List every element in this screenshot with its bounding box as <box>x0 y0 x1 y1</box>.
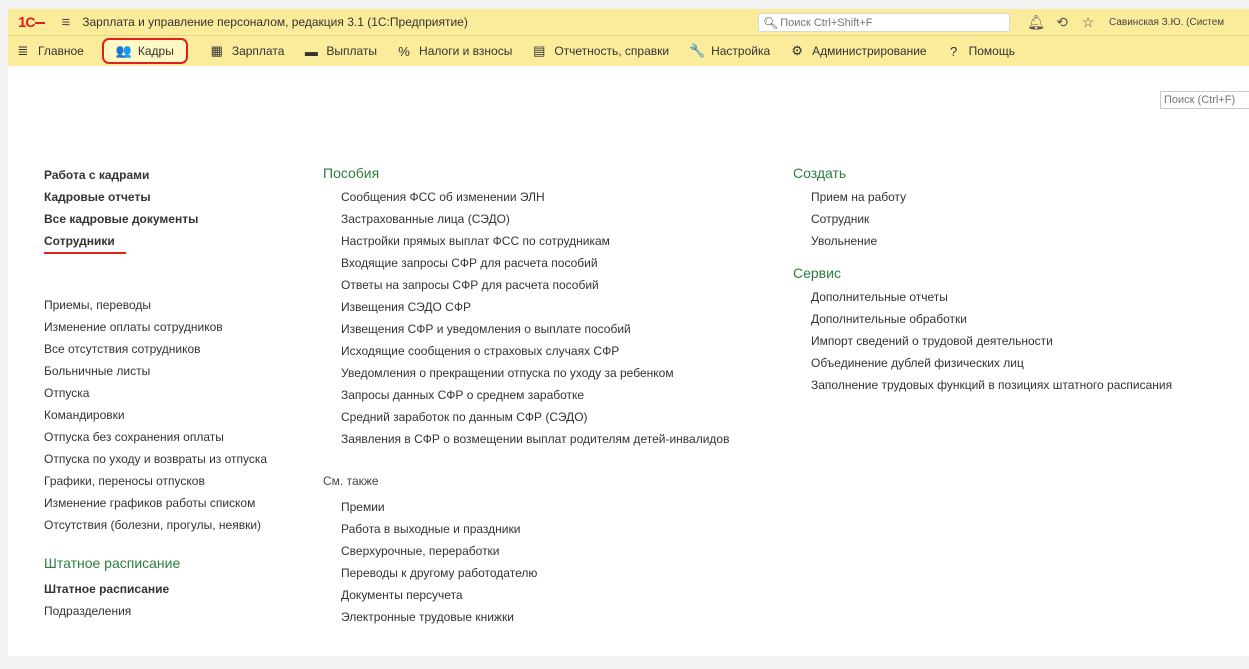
menu-icon-3: ▬ <box>304 43 318 59</box>
menu-item-8[interactable]: ? Помощь <box>939 38 1023 64</box>
hr-main-link[interactable]: Работа с кадрами <box>44 164 267 186</box>
menu-icon-5: ▤ <box>533 43 546 58</box>
menu-icon-6: 🔧 <box>689 43 706 58</box>
menu-label: Помощь <box>968 44 1015 58</box>
benefit-link[interactable]: Входящие запросы СФР для расчета пособий <box>341 252 729 274</box>
staff-link[interactable]: Подразделения <box>44 600 267 622</box>
benefit-link[interactable]: Ответы на запросы СФР для расчета пособи… <box>341 274 729 296</box>
menu-label: Отчетность, справки <box>554 44 670 58</box>
menu-item-0[interactable]: ≣ Главное <box>8 38 92 64</box>
create-link[interactable]: Сотрудник <box>811 208 1172 230</box>
menu-icon-2: ▦ <box>210 43 223 58</box>
benefit-link[interactable]: Исходящие сообщения о страховых случаях … <box>341 340 729 362</box>
hr-link[interactable]: Изменение оплаты сотрудников <box>44 316 267 338</box>
service-link[interactable]: Заполнение трудовых функций в позициях ш… <box>811 374 1172 396</box>
benefit-link[interactable]: Извещения СЭДО СФР <box>341 296 729 318</box>
hr-link[interactable]: Командировки <box>44 404 267 426</box>
hr-link[interactable]: Отпуска без сохранения оплаты <box>44 426 267 448</box>
hr-link[interactable]: Графики, переносы отпусков <box>44 470 267 492</box>
create-link[interactable]: Прием на работу <box>811 186 1172 208</box>
create-heading: Создать <box>793 165 847 181</box>
active-underline <box>44 252 126 254</box>
sections-menu: ≣ Главное 👥 Кадры ▦ Зарплата ▬ Выплаты% Налоги и… <box>8 36 1249 66</box>
see-also-heading: См. также <box>323 474 379 488</box>
see-also-link[interactable]: Переводы к другому работодателю <box>341 562 729 584</box>
app-window: 1С ≡ Зарплата и управление персоналом, р… <box>8 9 1249 656</box>
benefit-link[interactable]: Заявления в СФР о возмещении выплат роди… <box>341 428 729 450</box>
menu-label: Администрирование <box>812 44 927 58</box>
history-icon[interactable]: ⟲ <box>1049 14 1075 31</box>
search-icon: 🔍︎ <box>763 15 779 30</box>
bell-icon[interactable]: 🔔︎ <box>1023 14 1049 31</box>
titlebar-tools: 🔔︎ ⟲ ☆ Савинская З.Ю. (Систем <box>1023 9 1224 35</box>
menu-label: Выплаты <box>326 44 378 58</box>
page-search-input[interactable] <box>1160 91 1249 109</box>
see-also-link[interactable]: Сверхурочные, переработки <box>341 540 729 562</box>
service-link[interactable]: Дополнительные отчеты <box>811 286 1172 308</box>
see-also-link[interactable]: Документы персучета <box>341 584 729 606</box>
menu-icon-4: % <box>398 43 410 59</box>
menu-item-5[interactable]: ▤ Отчетность, справки <box>524 38 677 64</box>
staff-schedule-link[interactable]: Штатное расписание <box>44 578 267 600</box>
see-also-link[interactable]: Премии <box>341 496 729 518</box>
see-also-link[interactable]: Работа в выходные и праздники <box>341 518 729 540</box>
service-heading: Сервис <box>793 265 841 281</box>
menu-icon-0: ≣ <box>17 43 29 58</box>
benefit-link[interactable]: Настройки прямых выплат ФСС по сотрудник… <box>341 230 729 252</box>
user-name[interactable]: Савинская З.Ю. (Систем <box>1109 17 1224 28</box>
hr-main-link[interactable]: Все кадровые документы <box>44 208 267 230</box>
hr-main-link[interactable]: Сотрудники <box>44 230 267 252</box>
menu-item-3[interactable]: ▬ Выплаты <box>296 38 385 64</box>
hr-main-link[interactable]: Кадровые отчеты <box>44 186 267 208</box>
menu-item-1[interactable]: 👥 Кадры <box>101 38 188 64</box>
title-bar: 1С ≡ Зарплата и управление персоналом, р… <box>8 9 1249 36</box>
hr-link[interactable]: Все отсутствия сотрудников <box>44 338 267 360</box>
menu-item-7[interactable]: ⚙ Администрирование <box>782 38 934 64</box>
benefit-link[interactable]: Средний заработок по данным СФР (СЭДО) <box>341 406 729 428</box>
hr-link[interactable]: Отсутствия (болезни, прогулы, неявки) <box>44 514 267 536</box>
hr-link[interactable]: Больничные листы <box>44 360 267 382</box>
hr-link[interactable]: Приемы, переводы <box>44 294 267 316</box>
menu-label: Настройка <box>711 44 771 58</box>
benefit-link[interactable]: Уведомления о прекращении отпуска по ухо… <box>341 362 729 384</box>
menu-item-6[interactable]: 🔧 Настройка <box>681 38 778 64</box>
1c-logo-icon: 1С <box>18 14 46 31</box>
hr-link[interactable]: Отпуска <box>44 382 267 404</box>
hr-link[interactable]: Отпуска по уходу и возвраты из отпуска <box>44 448 267 470</box>
menu-icon-1: 👥 <box>115 43 133 58</box>
menu-icon-8: ? <box>949 43 958 59</box>
benefits-heading: Пособия <box>323 165 380 181</box>
menu-label: Зарплата <box>231 44 285 58</box>
benefit-link[interactable]: Извещения СФР и уведомления о выплате по… <box>341 318 729 340</box>
benefit-link[interactable]: Застрахованные лица (СЭДО) <box>341 208 729 230</box>
hr-link[interactable]: Изменение графиков работы списком <box>44 492 267 514</box>
global-search-input[interactable] <box>780 16 981 29</box>
right-column: Создать Прием на работу Сотрудник Увольнен… <box>793 162 1172 396</box>
staff-heading: Штатное расписание <box>44 555 181 571</box>
create-link[interactable]: Увольнение <box>811 230 1172 252</box>
service-link[interactable]: Импорт сведений о трудовой деятельности <box>811 330 1172 352</box>
see-also-link[interactable]: Электронные трудовые книжки <box>341 606 729 628</box>
global-search[interactable]: 🔍︎ <box>758 13 1010 32</box>
main-menu-icon[interactable]: ≡ <box>61 14 70 31</box>
menu-item-4[interactable]: % Налоги и взносы <box>389 38 520 64</box>
middle-column: Пособия Сообщения ФСС об изменении ЭЛН За… <box>323 162 729 628</box>
service-link[interactable]: Объединение дублей физических лиц <box>811 352 1172 374</box>
benefit-link[interactable]: Запросы данных СФР о среднем заработке <box>341 384 729 406</box>
menu-item-2[interactable]: ▦ Зарплата <box>202 38 293 64</box>
benefit-link[interactable]: Сообщения ФСС об изменении ЭЛН <box>341 186 729 208</box>
menu-label: Налоги и взносы <box>419 44 513 58</box>
left-column: Работа с кадрами Кадровые отчеты Все кадро… <box>44 164 267 622</box>
star-icon[interactable]: ☆ <box>1075 14 1101 31</box>
menu-label: Главное <box>38 44 84 58</box>
menu-icon-7: ⚙ <box>791 43 803 58</box>
menu-label: Кадры <box>137 44 174 58</box>
service-link[interactable]: Дополнительные обработки <box>811 308 1172 330</box>
window-title: Зарплата и управление персоналом, редакц… <box>82 15 468 29</box>
